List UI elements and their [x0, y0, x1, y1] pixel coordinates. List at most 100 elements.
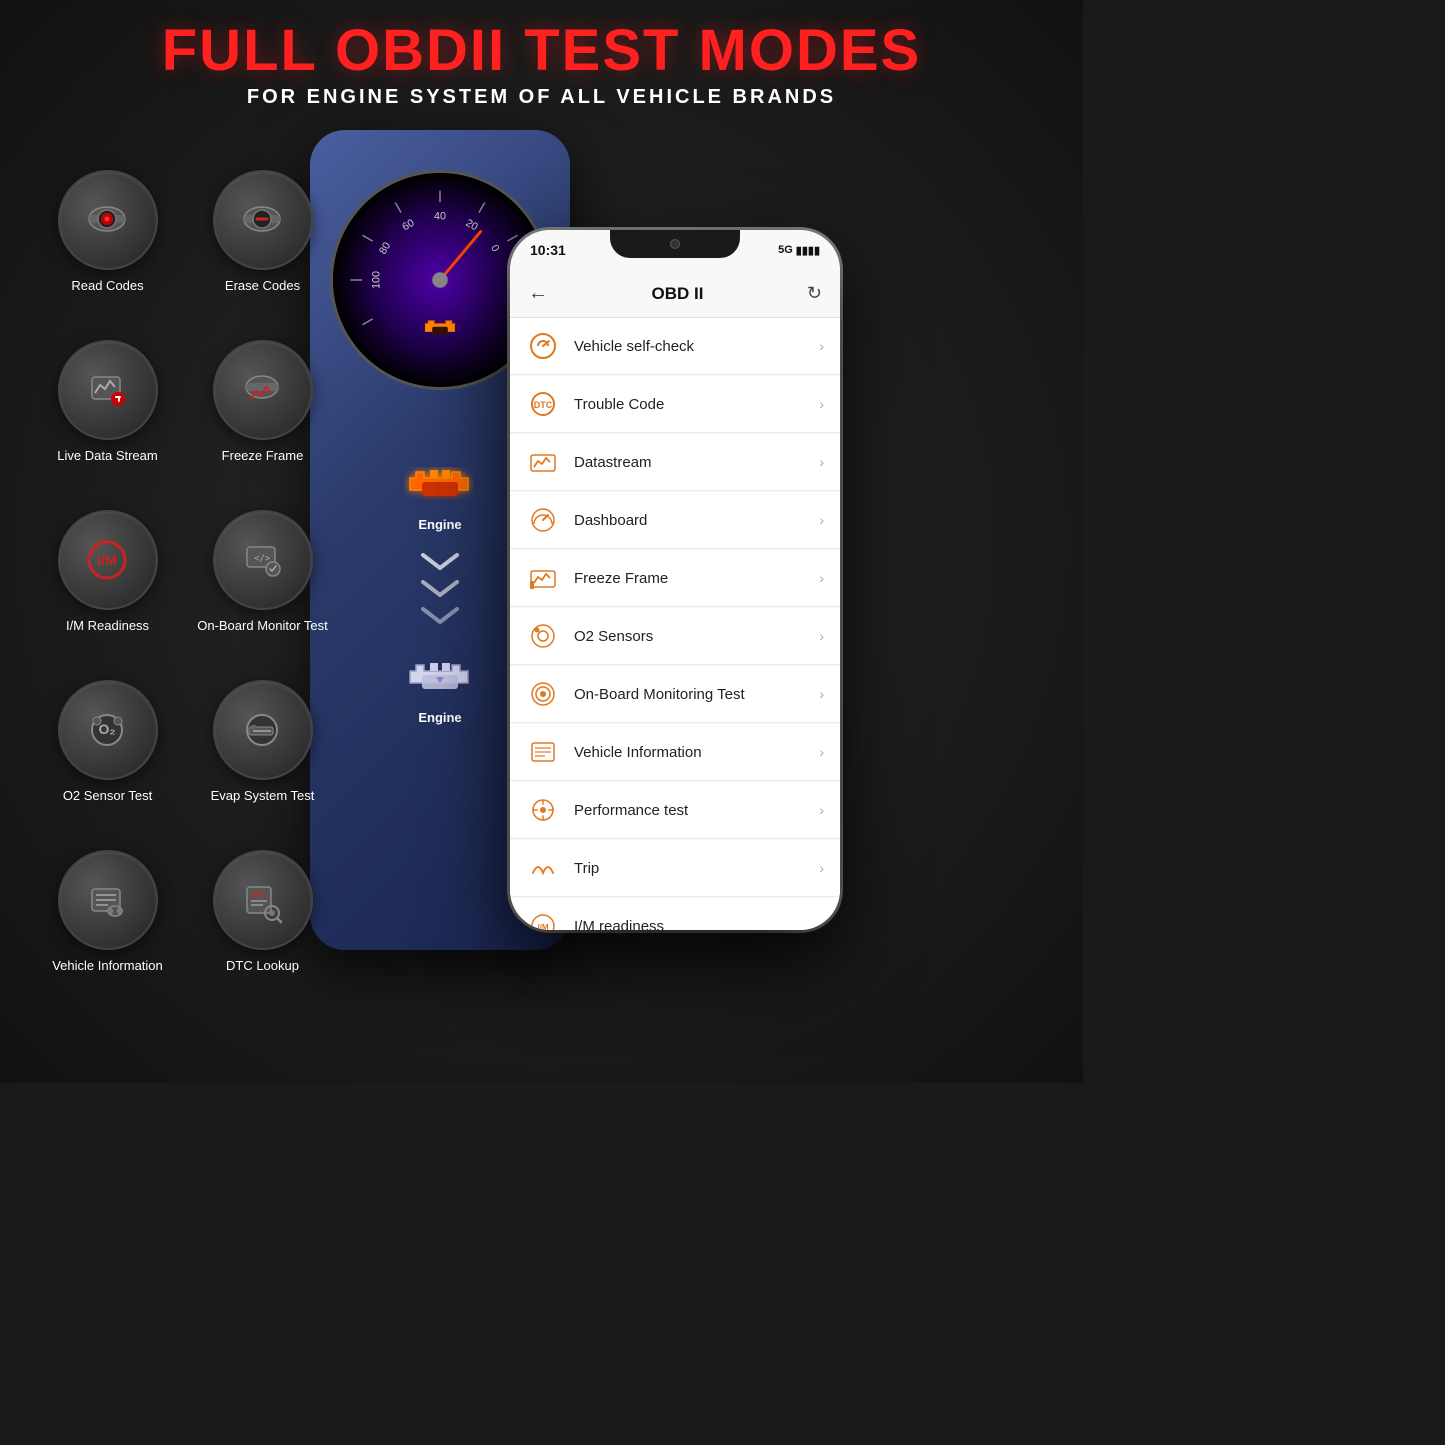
svg-text:</>: </> [254, 554, 271, 564]
menu-item-trouble-code[interactable]: DTC Trouble Code › [510, 376, 840, 433]
performance-test-label: Performance test [574, 802, 819, 819]
im-readiness-menu-icon: I/M [526, 909, 560, 930]
vehicle-information-icon [526, 735, 560, 769]
im-readiness-menu-label: I/M readiness [574, 918, 819, 931]
trip-label: Trip [574, 860, 819, 877]
on-board-monitoring-icon [526, 677, 560, 711]
dashboard-label: Dashboard [574, 512, 819, 529]
im-readiness-arrow: › [819, 918, 824, 930]
chevron-2 [415, 577, 465, 602]
menu-item-o2-sensors[interactable]: O2 Sensors › [510, 608, 840, 665]
trouble-code-icon: DTC [526, 387, 560, 421]
status-icons: 5G ▮▮▮▮ [778, 244, 820, 257]
freeze-frame-arrow: › [819, 570, 824, 586]
freeze-frame-icon-circle [213, 340, 313, 440]
menu-item-vehicle-self-check[interactable]: Vehicle self-check › [510, 318, 840, 375]
vehicle-self-check-icon [526, 329, 560, 363]
feature-freeze-frame: Freeze Frame [185, 330, 340, 500]
vehicle-info-icon [80, 873, 135, 928]
menu-item-on-board-monitoring[interactable]: On-Board Monitoring Test › [510, 666, 840, 723]
trouble-code-label: Trouble Code [574, 396, 819, 413]
nav-bar: ← OBD II ↻ [510, 270, 840, 318]
svg-text:O₂: O₂ [98, 721, 115, 737]
read-codes-icon [80, 193, 135, 248]
o2-sensors-arrow: › [819, 628, 824, 644]
svg-text:I/M: I/M [537, 923, 548, 930]
performance-test-arrow: › [819, 802, 824, 818]
o2-sensor-test-label: O2 Sensor Test [63, 788, 152, 803]
im-readiness-icon: I/M [80, 533, 135, 588]
menu-item-datastream[interactable]: Datastream › [510, 434, 840, 491]
chevron-3 [415, 604, 465, 629]
erase-codes-icon-circle [213, 170, 313, 270]
datastream-label: Datastream [574, 454, 819, 471]
nav-refresh-button[interactable]: ↻ [807, 283, 822, 304]
notch [610, 230, 740, 258]
menu-item-performance-test[interactable]: Performance test › [510, 782, 840, 839]
svg-text:DTC: DTC [252, 892, 266, 899]
svg-text:100: 100 [371, 271, 383, 289]
engine-icon-1 [400, 450, 480, 510]
smartphone: 10:31 5G ▮▮▮▮ ← OBD II ↻ Vehic [510, 230, 840, 930]
engine-label-2: Engine [400, 710, 480, 725]
o2-sensor-icon: O₂ [80, 703, 135, 758]
erase-codes-icon [235, 193, 290, 248]
header: FULL OBDII TEST MODES FOR ENGINE SYSTEM … [0, 0, 1083, 109]
feature-evap-system-test: Evap System Test [185, 670, 340, 840]
chevron-1 [415, 550, 465, 575]
page-title: FULL OBDII TEST MODES [0, 22, 1083, 80]
feature-vehicle-information: Vehicle Information [30, 840, 185, 1010]
menu-item-trip[interactable]: Trip › [510, 840, 840, 897]
menu-item-dashboard[interactable]: Dashboard › [510, 492, 840, 549]
dtc-lookup-icon-circle: DTC [213, 850, 313, 950]
nav-title: OBD II [651, 284, 703, 304]
on-board-monitor-label: On-Board Monitor Test [197, 618, 328, 633]
status-time: 10:31 [530, 242, 566, 258]
trip-arrow: › [819, 860, 824, 876]
performance-test-icon [526, 793, 560, 827]
nav-back-button[interactable]: ← [528, 282, 548, 305]
feature-im-readiness: I/M I/M Readiness [30, 500, 185, 670]
signal-icon: 5G [778, 244, 793, 256]
on-board-monitoring-arrow: › [819, 686, 824, 702]
vehicle-info-label: Vehicle Information [52, 958, 163, 973]
svg-text:I/M: I/M [97, 552, 116, 568]
feature-erase-codes: Erase Codes [185, 160, 340, 330]
erase-codes-label: Erase Codes [225, 278, 300, 293]
vehicle-info-icon-circle [58, 850, 158, 950]
svg-text:DTC: DTC [534, 400, 553, 410]
trip-icon [526, 851, 560, 885]
feature-o2-sensor-test: O₂ O2 Sensor Test [30, 670, 185, 840]
feature-live-data-stream: Live Data Stream [30, 330, 185, 500]
page-subtitle: FOR ENGINE SYSTEM OF ALL VEHICLE BRANDS [0, 86, 1083, 109]
datastream-arrow: › [819, 454, 824, 470]
svg-text:40: 40 [434, 211, 446, 223]
phone-screen: 10:31 5G ▮▮▮▮ ← OBD II ↻ Vehic [510, 230, 840, 930]
evap-system-icon [235, 703, 290, 758]
vehicle-self-check-label: Vehicle self-check [574, 338, 819, 355]
evap-system-icon-circle [213, 680, 313, 780]
engine-section: Engine [350, 420, 530, 725]
menu-item-im-readiness[interactable]: I/M I/M readiness › [510, 898, 840, 930]
center-device: 100 80 60 40 20 0 [310, 130, 690, 980]
dashboard-icon [526, 503, 560, 537]
on-board-monitor-icon: </> [235, 533, 290, 588]
im-readiness-label: I/M Readiness [66, 618, 149, 633]
read-codes-label: Read Codes [71, 278, 143, 293]
datastream-icon [526, 445, 560, 479]
vehicle-information-label: Vehicle Information [574, 744, 819, 761]
feature-on-board-monitor: </> On-Board Monitor Test [185, 500, 340, 670]
freeze-frame-menu-icon [526, 561, 560, 595]
features-grid: Read Codes Erase Codes [30, 160, 340, 1010]
dtc-lookup-icon: DTC [235, 873, 290, 928]
dtc-lookup-label: DTC Lookup [226, 958, 299, 973]
dashboard-arrow: › [819, 512, 824, 528]
freeze-frame-label: Freeze Frame [222, 448, 304, 463]
menu-item-vehicle-information[interactable]: Vehicle Information › [510, 724, 840, 781]
feature-read-codes: Read Codes [30, 160, 185, 330]
o2-sensor-icon-circle: O₂ [58, 680, 158, 780]
menu-item-freeze-frame[interactable]: Freeze Frame › [510, 550, 840, 607]
engine-icon-2 [400, 643, 480, 703]
vehicle-self-check-arrow: › [819, 338, 824, 354]
chevrons [415, 550, 465, 629]
